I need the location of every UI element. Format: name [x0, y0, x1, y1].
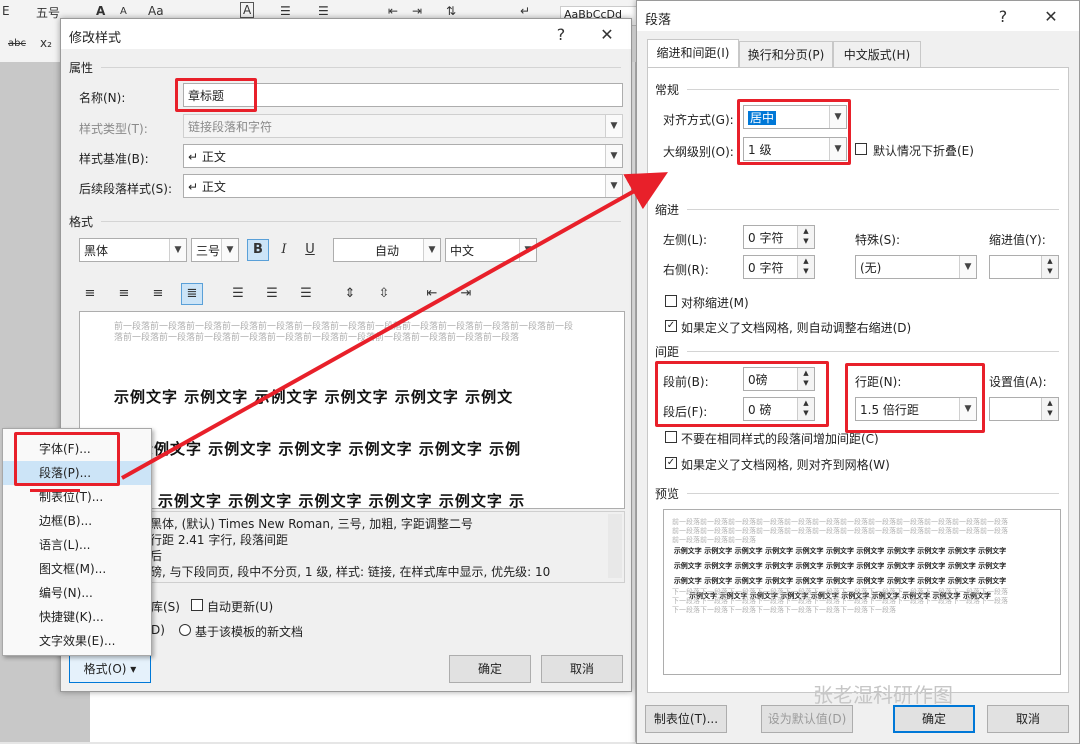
annotation-arrow: [121, 172, 668, 480]
